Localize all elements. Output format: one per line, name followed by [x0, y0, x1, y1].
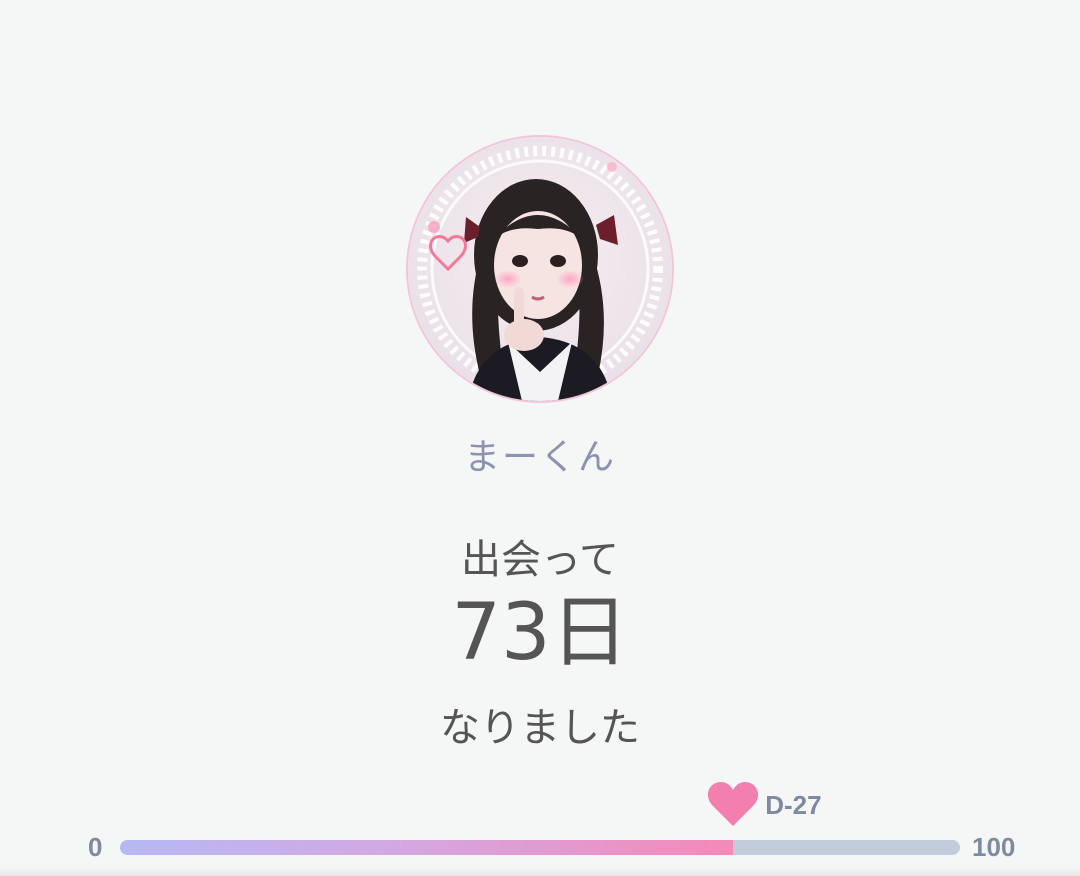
- anniversary-screen: まーくん 出会って 73日 なりました 0 100 D-27: [0, 0, 1080, 876]
- progress-bar-fill: [120, 840, 734, 855]
- counter-suffix: なりました: [440, 705, 640, 751]
- avatar-photo: [408, 137, 672, 401]
- counter-prefix: 出会って: [461, 537, 619, 583]
- progress-min-label: 0: [88, 832, 103, 862]
- days-count: 73日: [451, 588, 629, 678]
- progress-marker-label: D-27: [765, 790, 822, 820]
- progress-bar: [120, 840, 960, 855]
- progress-max-label: 100: [972, 832, 1016, 862]
- heart-icon: [708, 782, 759, 826]
- bottom-edge: [0, 866, 1080, 876]
- profile-name: まーくん: [463, 437, 616, 478]
- avatar[interactable]: [408, 137, 672, 401]
